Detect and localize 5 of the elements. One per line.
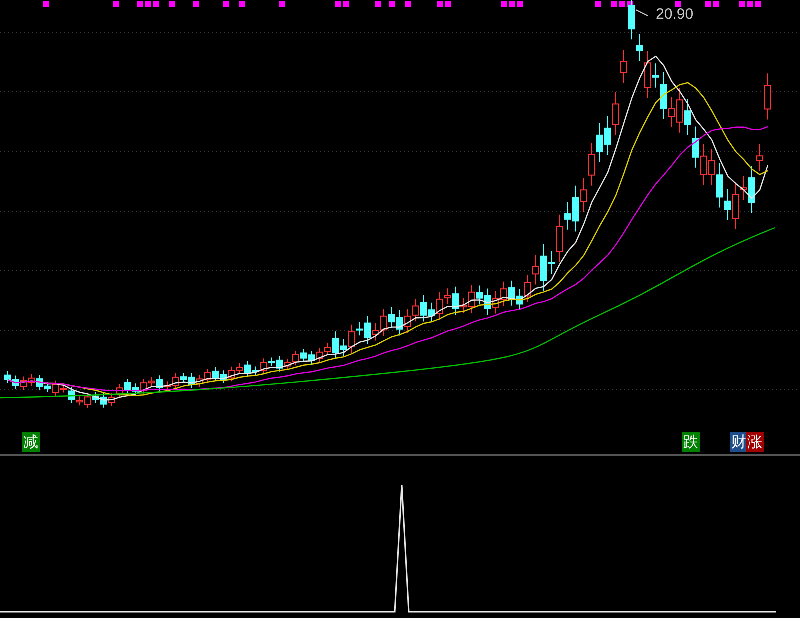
signal-badge: 涨 (746, 432, 764, 452)
signal-badge: 跌 (682, 432, 700, 452)
leader-line (636, 10, 648, 16)
signal-badge: 减 (22, 432, 40, 452)
price-label: 20.90 (656, 6, 694, 24)
